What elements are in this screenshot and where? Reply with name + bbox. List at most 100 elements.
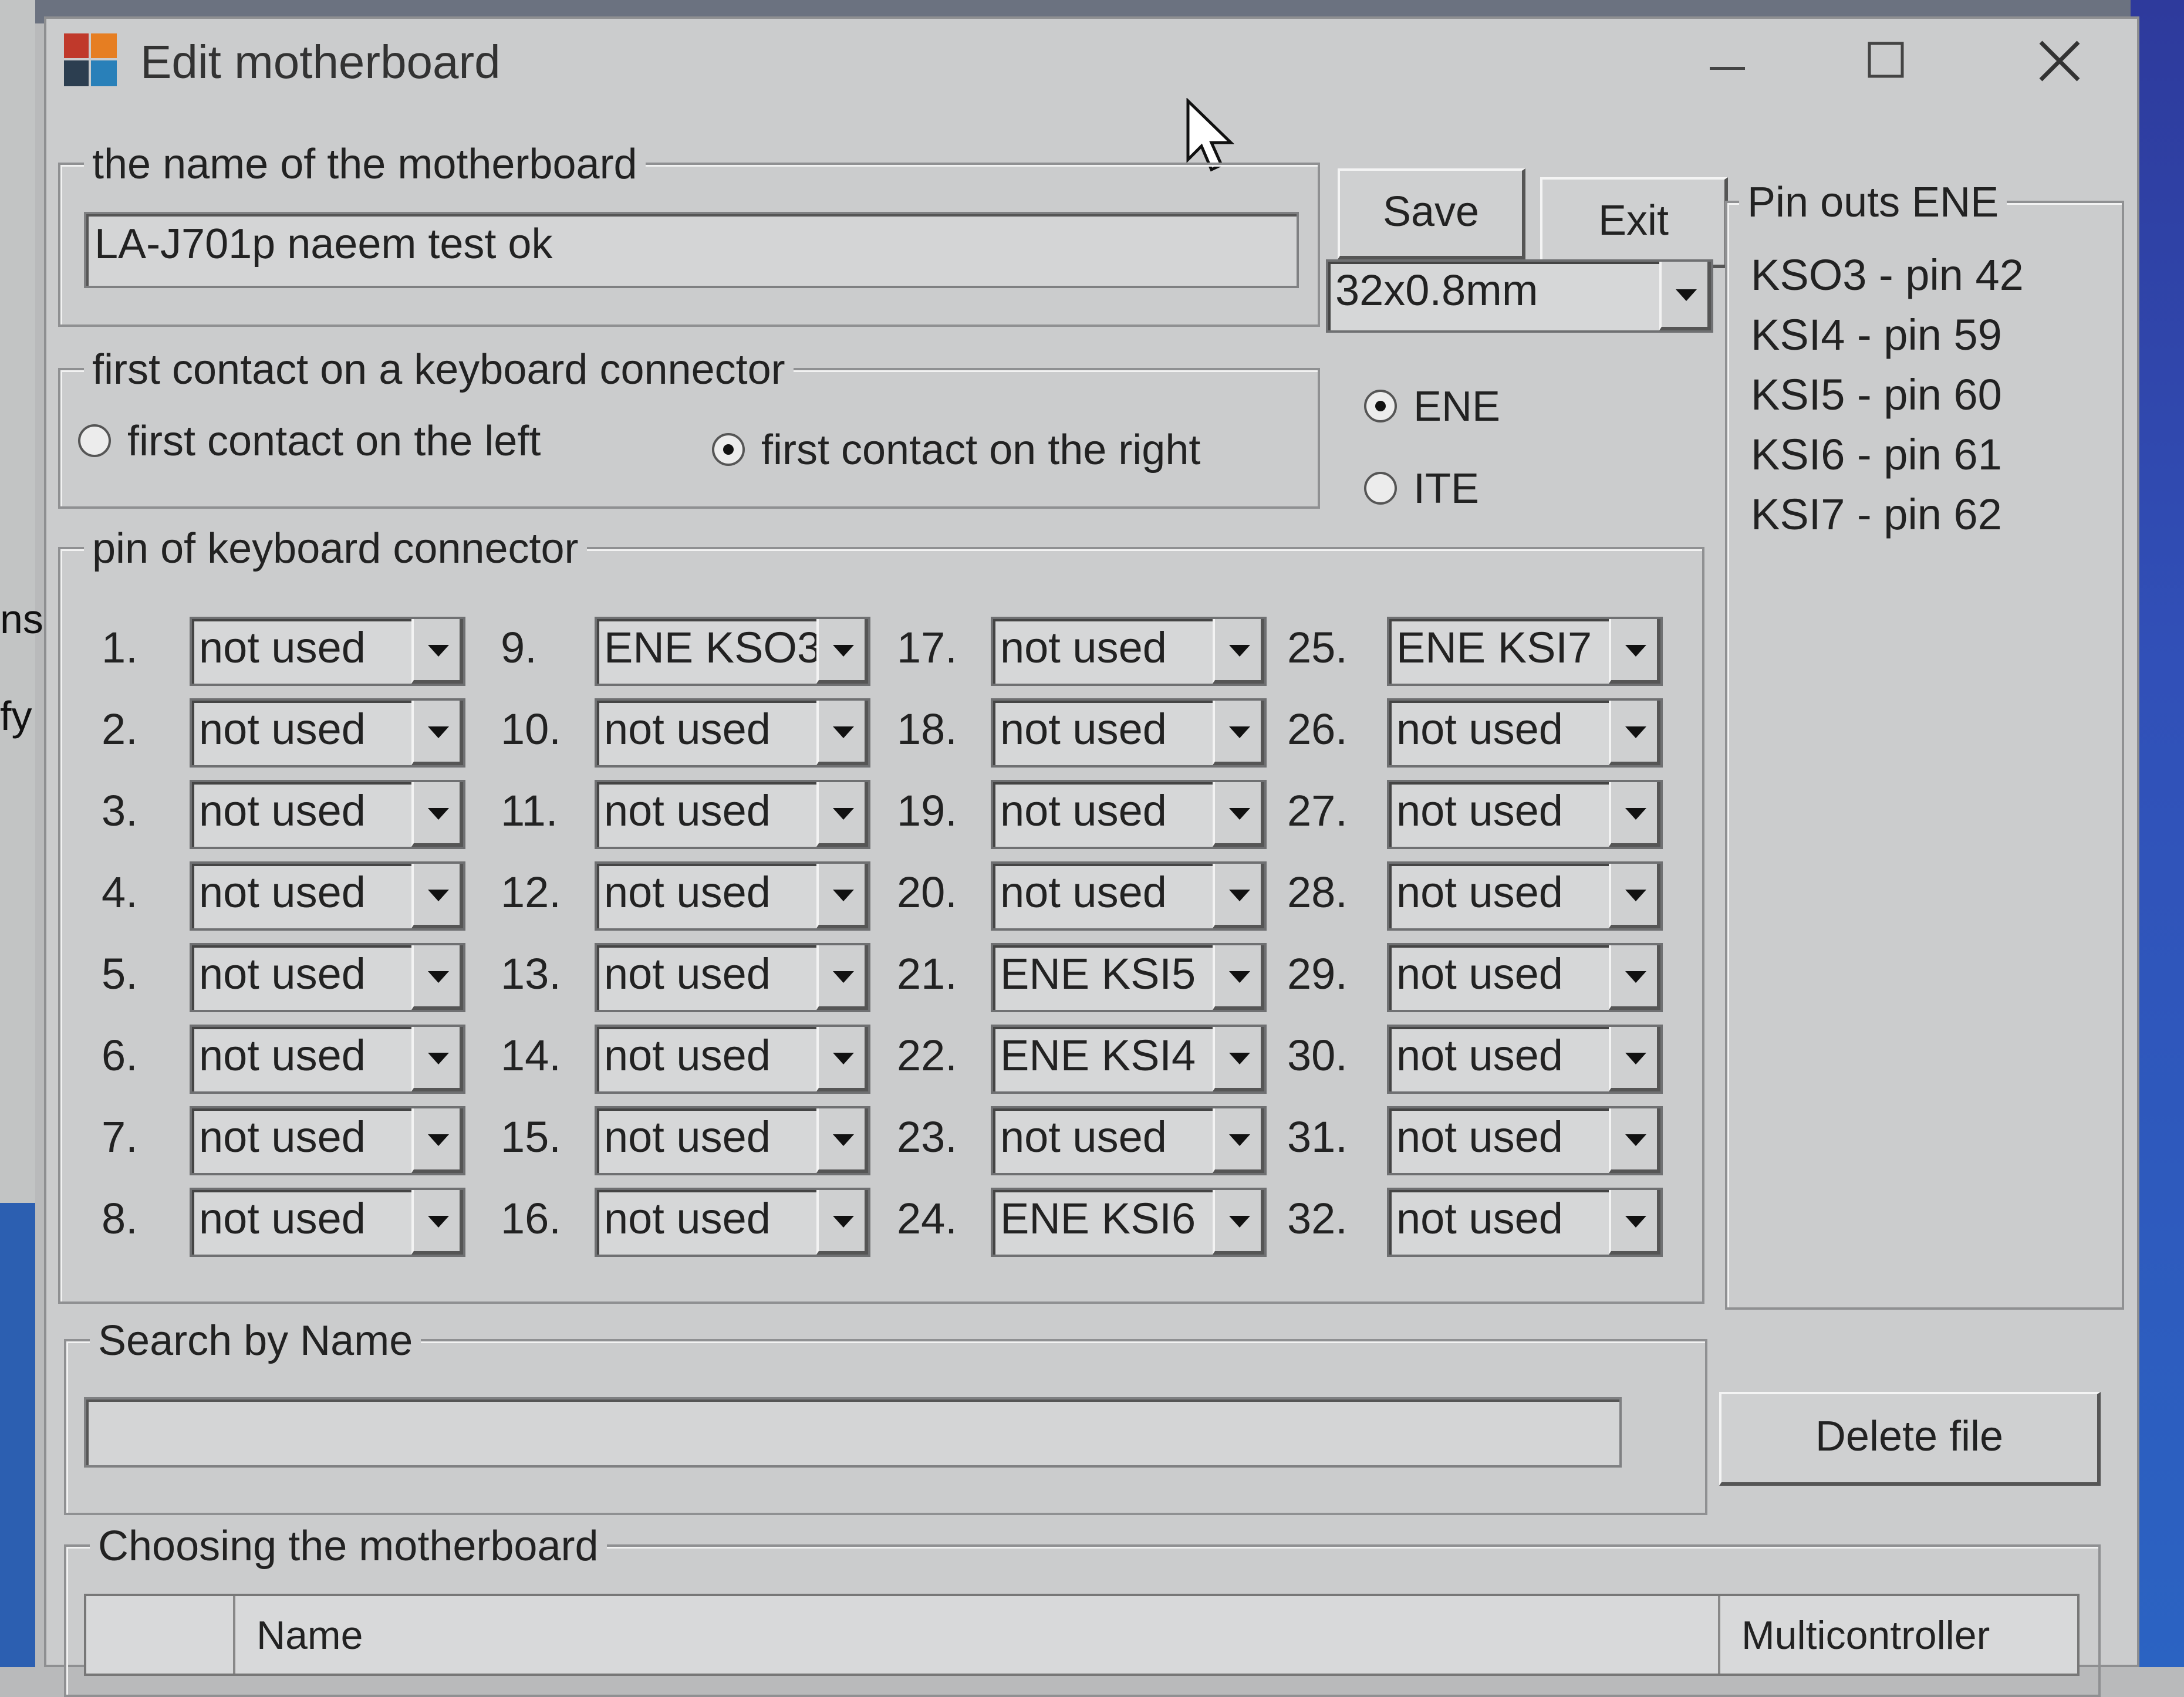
minimize-button[interactable] [1707,36,1748,98]
chevron-down-icon[interactable] [816,1027,868,1091]
chevron-down-icon[interactable] [411,1027,463,1091]
chevron-down-icon[interactable] [1213,1190,1264,1255]
chevron-down-icon[interactable] [1213,701,1264,765]
pinout-line: KSI4 - pin 59 [1751,310,2002,359]
pin-9-select[interactable]: ENE KSO3 [595,617,870,686]
pin-28-select[interactable]: not used [1387,861,1663,931]
pin-value: not used [1000,1113,1167,1161]
pin-1-select[interactable]: not used [190,617,465,686]
pin-23-select[interactable]: not used [991,1106,1267,1175]
chevron-down-icon[interactable] [1609,1027,1660,1091]
first-contact-right-radio[interactable]: first contact on the right [712,426,1200,474]
pins-legend: pin of keyboard connector [84,525,587,573]
pin-19-select[interactable]: not used [991,780,1267,849]
chevron-down-icon[interactable] [1609,701,1660,765]
chevron-down-icon[interactable] [411,945,463,1010]
pin-13-select[interactable]: not used [595,943,870,1012]
pin-8-select[interactable]: not used [190,1188,465,1257]
pin-number-label: 7. [102,1113,138,1161]
pin-number-label: 19. [897,786,957,835]
chevron-down-icon[interactable] [816,945,868,1010]
title-bar[interactable]: Edit motherboard [46,19,2137,107]
close-button[interactable] [2036,36,2083,98]
chevron-down-icon[interactable] [411,701,463,765]
pin-3-select[interactable]: not used [190,780,465,849]
chevron-down-icon[interactable] [816,1108,868,1173]
chevron-down-icon[interactable] [1213,864,1264,928]
pin-25-select[interactable]: ENE KSI7 [1387,617,1663,686]
chevron-down-icon[interactable] [1609,1190,1660,1255]
pin-18-select[interactable]: not used [991,698,1267,768]
chevron-down-icon[interactable] [411,619,463,684]
chevron-down-icon[interactable] [411,864,463,928]
delete-file-button[interactable]: Delete file [1719,1392,2101,1486]
column-header-name[interactable]: Name [256,1613,363,1658]
pin-number-label: 17. [897,623,957,672]
chevron-down-icon[interactable] [1609,782,1660,847]
pin-20-select[interactable]: not used [991,861,1267,931]
chevron-down-icon[interactable] [411,1108,463,1173]
pin-24-select[interactable]: ENE KSI6 [991,1188,1267,1257]
pin-number-label: 28. [1287,868,1348,917]
search-input[interactable] [84,1397,1622,1468]
chevron-down-icon[interactable] [816,864,868,928]
pin-value: not used [1000,786,1167,835]
controller-ene-radio[interactable]: ENE [1364,383,1500,431]
pin-26-select[interactable]: not used [1387,698,1663,768]
chevron-down-icon[interactable] [816,701,868,765]
save-button[interactable]: Save [1338,168,1525,259]
chevron-down-icon[interactable] [816,782,868,847]
pin-17-select[interactable]: not used [991,617,1267,686]
pin-32-select[interactable]: not used [1387,1188,1663,1257]
pin-value: not used [1396,705,1563,753]
chevron-down-icon[interactable] [1213,619,1264,684]
pin-27-select[interactable]: not used [1387,780,1663,849]
pin-14-select[interactable]: not used [595,1025,870,1094]
pin-29-select[interactable]: not used [1387,943,1663,1012]
chevron-down-icon[interactable] [1213,945,1264,1010]
chevron-down-icon[interactable] [1609,1108,1660,1173]
chevron-down-icon[interactable] [1609,864,1660,928]
chevron-down-icon[interactable] [1609,945,1660,1010]
pinout-line: KSI7 - pin 62 [1751,490,2002,539]
pin-value: ENE KSI6 [1000,1194,1196,1243]
pin-value: not used [604,1194,771,1243]
motherboard-name-legend: the name of the motherboard [84,140,646,188]
pin-7-select[interactable]: not used [190,1106,465,1175]
chevron-down-icon[interactable] [1213,1027,1264,1091]
pin-30-select[interactable]: not used [1387,1025,1663,1094]
pin-11-select[interactable]: not used [595,780,870,849]
pin-4-select[interactable]: not used [190,861,465,931]
pin-6-select[interactable]: not used [190,1025,465,1094]
pin-number-label: 9. [501,623,537,672]
first-contact-left-radio[interactable]: first contact on the left [78,417,541,465]
pin-2-select[interactable]: not used [190,698,465,768]
connector-type-select[interactable]: 32x0.8mm [1326,259,1713,333]
chevron-down-icon[interactable] [1659,262,1711,330]
pin-value: not used [199,949,366,998]
edit-motherboard-window: Edit motherboard the name of the motherb… [44,16,2139,1697]
chevron-down-icon[interactable] [816,619,868,684]
chevron-down-icon[interactable] [411,782,463,847]
pin-15-select[interactable]: not used [595,1106,870,1175]
chevron-down-icon[interactable] [411,1190,463,1255]
pin-22-select[interactable]: ENE KSI4 [991,1025,1267,1094]
pin-number-label: 31. [1287,1113,1348,1161]
pin-16-select[interactable]: not used [595,1188,870,1257]
exit-button[interactable]: Exit [1540,177,1728,268]
pin-value: not used [604,786,771,835]
chevron-down-icon[interactable] [1213,782,1264,847]
motherboard-name-input[interactable]: LA-J701p naeem test ok [84,212,1299,288]
pin-5-select[interactable]: not used [190,943,465,1012]
search-group: Search by Name [64,1317,1707,1515]
chevron-down-icon[interactable] [1609,619,1660,684]
controller-ite-radio[interactable]: ITE [1364,465,1479,513]
chevron-down-icon[interactable] [1213,1108,1264,1173]
pin-31-select[interactable]: not used [1387,1106,1663,1175]
chevron-down-icon[interactable] [816,1190,868,1255]
pin-10-select[interactable]: not used [595,698,870,768]
maximize-button[interactable] [1866,36,1907,98]
pin-12-select[interactable]: not used [595,861,870,931]
column-header-multicontroller[interactable]: Multicontroller [1741,1613,1990,1658]
pin-21-select[interactable]: ENE KSI5 [991,943,1267,1012]
